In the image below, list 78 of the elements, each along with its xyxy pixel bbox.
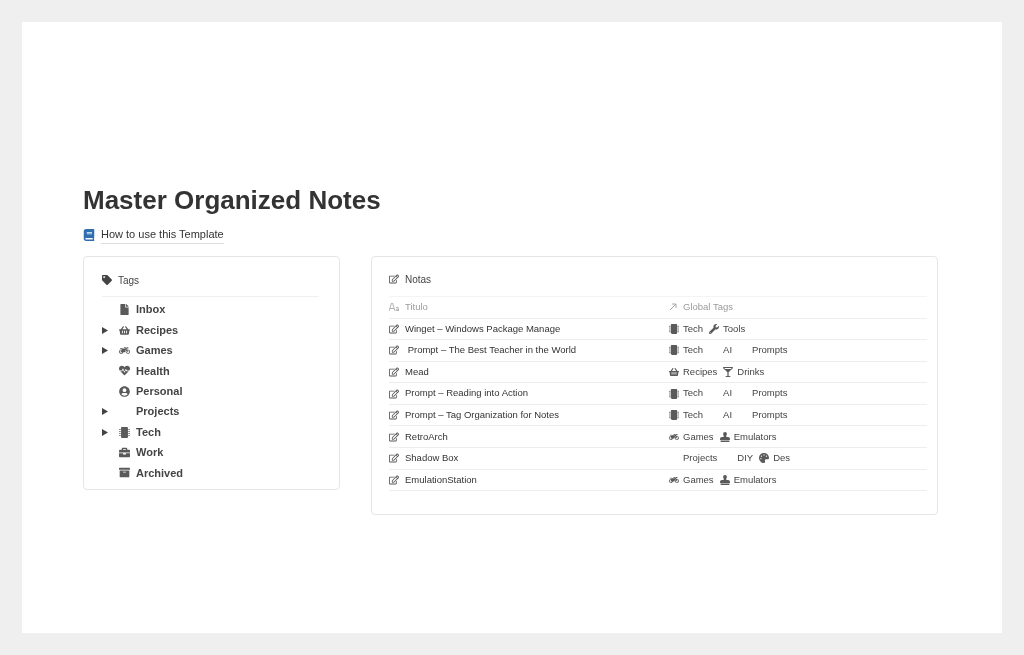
palette-icon bbox=[759, 453, 770, 464]
tag-label: Emulators bbox=[733, 472, 777, 487]
tag-label: Games bbox=[683, 429, 714, 444]
tag-label: Prompts bbox=[752, 343, 788, 358]
book-icon bbox=[83, 228, 95, 241]
motorcycle-icon bbox=[669, 474, 679, 485]
tag-item[interactable]: Tech bbox=[136, 423, 161, 441]
tag-label: Recipes bbox=[683, 364, 718, 379]
note-icon bbox=[389, 410, 399, 421]
basket-icon bbox=[669, 367, 679, 377]
tag-label: Projects bbox=[683, 451, 718, 466]
cocktail-glass-icon bbox=[723, 367, 734, 377]
note-title[interactable]: EmulationStation bbox=[405, 472, 477, 488]
basket-icon bbox=[119, 324, 130, 336]
expand-triangle-icon[interactable] bbox=[102, 428, 108, 436]
tag-label: Tech bbox=[683, 386, 704, 401]
note-title[interactable]: Prompt – Tag Organization for Notes bbox=[405, 408, 559, 423]
wrench-icon bbox=[709, 323, 720, 334]
note-icon bbox=[389, 367, 399, 377]
note-title[interactable]: Prompt – Reading into Action bbox=[405, 386, 529, 401]
note-title[interactable]: Mead bbox=[405, 364, 429, 380]
motorcycle-icon bbox=[119, 344, 130, 356]
tag-icon bbox=[102, 275, 112, 285]
briefcase-icon bbox=[119, 446, 130, 458]
chip-icon bbox=[669, 388, 679, 399]
tag-label: Tech bbox=[683, 343, 704, 358]
note-icon bbox=[389, 388, 399, 399]
expand-triangle-icon[interactable] bbox=[102, 408, 108, 416]
note-title[interactable]: Winget – Windows Package Manage bbox=[405, 321, 561, 336]
note-title[interactable]: Shadow Box bbox=[405, 451, 459, 466]
chip-icon bbox=[669, 410, 679, 421]
tag-label: Des bbox=[773, 451, 791, 466]
panel-title: Tags bbox=[118, 273, 140, 288]
chip-icon bbox=[669, 345, 679, 356]
note-icon bbox=[389, 431, 399, 442]
expand-triangle-icon[interactable] bbox=[102, 326, 108, 334]
tag-label: Tech bbox=[683, 321, 704, 336]
chip-icon bbox=[119, 426, 130, 438]
chip-icon bbox=[669, 323, 679, 334]
tag-item[interactable]: Inbox bbox=[136, 301, 166, 318]
edit-icon bbox=[389, 274, 399, 284]
tag-label: Emulators bbox=[733, 429, 777, 444]
tag-label: DIY bbox=[737, 451, 754, 466]
note-title[interactable]: RetroArch bbox=[405, 429, 448, 444]
stamp-icon bbox=[719, 474, 730, 485]
tag-item[interactable]: Health bbox=[136, 362, 170, 380]
file-icon bbox=[119, 304, 130, 316]
user-icon bbox=[119, 385, 130, 397]
tag-item[interactable]: Archived bbox=[136, 464, 184, 482]
tag-item[interactable]: Recipes bbox=[136, 321, 179, 339]
page-title: Master Organized Notes bbox=[83, 184, 382, 216]
stamp-icon bbox=[719, 431, 730, 442]
tag-label: Prompts bbox=[752, 408, 788, 423]
note-icon bbox=[389, 345, 399, 356]
arrow-icon bbox=[669, 303, 677, 311]
archive-icon bbox=[119, 467, 130, 479]
template-link[interactable]: How to use this Template bbox=[101, 226, 224, 244]
tag-item[interactable]: Personal bbox=[136, 383, 183, 400]
tag-label: Drinks bbox=[737, 364, 765, 379]
table-title: Notas bbox=[405, 272, 432, 287]
note-icon bbox=[389, 474, 399, 485]
note-icon bbox=[389, 453, 399, 464]
heartbeat-icon bbox=[119, 365, 130, 377]
tag-label: Tech bbox=[683, 408, 704, 423]
tag-item[interactable]: Games bbox=[136, 342, 173, 359]
text-type-icon bbox=[389, 303, 399, 311]
tag-label: AI bbox=[723, 386, 733, 401]
note-icon bbox=[389, 323, 399, 334]
tag-label: AI bbox=[723, 343, 733, 358]
tag-label: Games bbox=[683, 472, 714, 487]
expand-triangle-icon[interactable] bbox=[102, 346, 108, 354]
tag-label: Prompts bbox=[752, 386, 788, 401]
tag-item[interactable]: Work bbox=[136, 444, 164, 461]
tag-label: Tools bbox=[723, 321, 746, 336]
note-title[interactable]: Prompt – The Best Teacher in the World bbox=[405, 343, 577, 358]
tag-item[interactable]: Projects bbox=[136, 403, 180, 420]
tag-label: AI bbox=[723, 408, 733, 423]
motorcycle-icon bbox=[669, 431, 679, 442]
